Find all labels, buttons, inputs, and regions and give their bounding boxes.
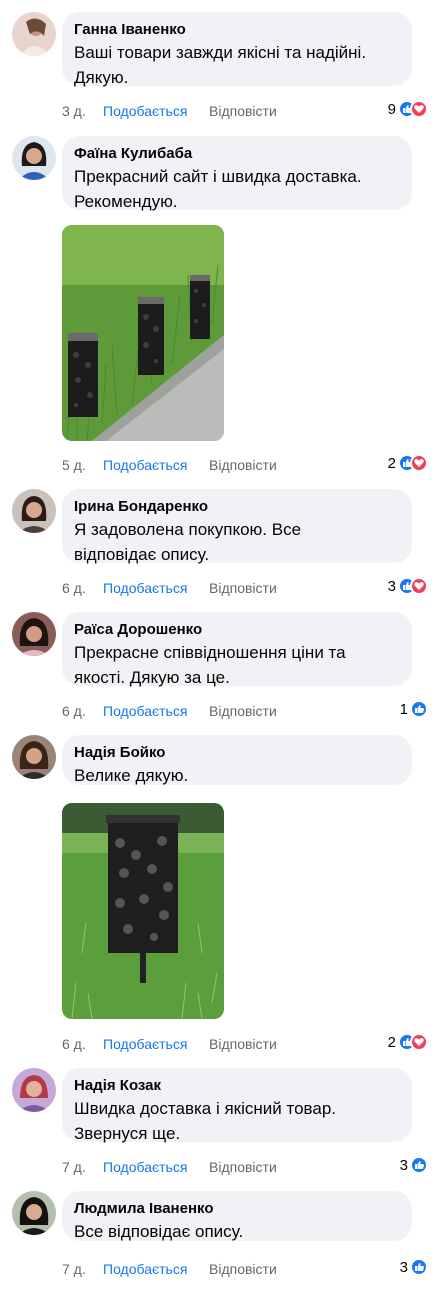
like-button[interactable]: Подобається [103, 1261, 187, 1277]
reactions[interactable]: 9 [388, 100, 428, 118]
comment-time[interactable]: 6 д. [62, 580, 86, 596]
reactions[interactable]: 2 [388, 454, 428, 472]
heart-icon [410, 454, 428, 472]
reaction-count: 3 [387, 577, 396, 595]
comment-text: Все відповідає опису. [74, 1222, 244, 1241]
like-button[interactable]: Подобається [103, 457, 187, 473]
avatar[interactable] [12, 735, 56, 779]
like-button[interactable]: Подобається [103, 1159, 187, 1175]
comment-bubble: Раїса Дорошенко Прекрасне співвідношення… [62, 612, 412, 687]
reply-button[interactable]: Відповісти [209, 703, 277, 719]
comment-author[interactable]: Надія Козак [74, 1076, 400, 1096]
comment-bubble: Фаїна Кулибаба Прекрасний сайт і швидка … [62, 136, 412, 211]
comment-author[interactable]: Людмила Іваненко [74, 1199, 400, 1219]
reply-button[interactable]: Відповісти [209, 1036, 277, 1052]
reactions[interactable]: 1 [400, 700, 428, 718]
comment-author[interactable]: Ганна Іваненко [74, 20, 400, 40]
avatar[interactable] [12, 136, 56, 180]
reactions[interactable]: 3 [400, 1156, 428, 1174]
reply-button[interactable]: Відповісти [209, 103, 277, 119]
avatar[interactable] [12, 1191, 56, 1235]
avatar[interactable] [12, 12, 56, 56]
comment-text: Прекрасний сайт і швидка доставка. Реком… [74, 167, 362, 211]
reaction-count: 3 [399, 1156, 408, 1174]
avatar[interactable] [12, 1068, 56, 1112]
comment-author[interactable]: Ірина Бондаренко [74, 497, 400, 517]
reaction-count: 2 [387, 1033, 396, 1051]
comment-time[interactable]: 5 д. [62, 457, 86, 473]
comment-time[interactable]: 6 д. [62, 1036, 86, 1052]
comment-text: Ваші товари завжди якісні та надійні. Дя… [74, 43, 367, 87]
comment-actions: 3 д. Подобається Відповісти 9 [0, 100, 440, 124]
reactions[interactable]: 2 [388, 1033, 428, 1051]
comment-bubble: Людмила Іваненко Все відповідає опису. [62, 1191, 412, 1241]
like-button[interactable]: Подобається [103, 580, 187, 596]
reply-button[interactable]: Відповісти [209, 1159, 277, 1175]
comment-text: Велике дякую. [74, 766, 189, 785]
comment-actions: 6 д. Подобається Відповісти 1 [0, 700, 440, 724]
thumbs-up-icon [410, 700, 428, 718]
comment-text: Швидка доставка і якісний товар. Звернус… [74, 1099, 337, 1143]
reaction-count: 3 [399, 1258, 408, 1276]
reactions[interactable]: 3 [388, 577, 428, 595]
comment-time[interactable]: 3 д. [62, 103, 86, 119]
comment-bubble: Надія Бойко Велике дякую. [62, 735, 412, 785]
comment-text: Я задоволена покупкою. Все відповідає оп… [74, 520, 302, 564]
comment-actions: 6 д. Подобається Відповісти 3 [0, 577, 440, 601]
reactions[interactable]: 3 [400, 1258, 428, 1276]
comment-time[interactable]: 7 д. [62, 1261, 86, 1277]
comment-author[interactable]: Фаїна Кулибаба [74, 144, 400, 164]
comment-actions: 7 д. Подобається Відповісти 3 [0, 1258, 440, 1282]
like-button[interactable]: Подобається [103, 103, 187, 119]
comment-bubble: Ірина Бондаренко Я задоволена покупкою. … [62, 489, 412, 564]
avatar[interactable] [12, 612, 56, 656]
reaction-count: 2 [387, 454, 396, 472]
thumbs-up-icon [410, 1258, 428, 1276]
heart-icon [410, 100, 428, 118]
like-button[interactable]: Подобається [103, 703, 187, 719]
comment-photo-solar-lamps[interactable] [62, 225, 224, 441]
avatar[interactable] [12, 489, 56, 533]
reply-button[interactable]: Відповісти [209, 1261, 277, 1277]
comment-photo-solar-lamp[interactable] [62, 803, 224, 1019]
comment-time[interactable]: 7 д. [62, 1159, 86, 1175]
reaction-count: 9 [387, 100, 396, 118]
comment-text: Прекрасне співвідношення ціни та якості.… [74, 643, 346, 687]
like-button[interactable]: Подобається [103, 1036, 187, 1052]
reply-button[interactable]: Відповісти [209, 457, 277, 473]
heart-icon [410, 1033, 428, 1051]
comment-actions: 6 д. Подобається Відповісти 2 [0, 1033, 440, 1057]
comment-bubble: Надія Козак Швидка доставка і якісний то… [62, 1068, 412, 1143]
comment-author[interactable]: Надія Бойко [74, 743, 400, 763]
reply-button[interactable]: Відповісти [209, 580, 277, 596]
heart-icon [410, 577, 428, 595]
comment-actions: 7 д. Подобається Відповісти 3 [0, 1156, 440, 1180]
comment-author[interactable]: Раїса Дорошенко [74, 620, 400, 640]
reaction-count: 1 [399, 700, 408, 718]
thumbs-up-icon [410, 1156, 428, 1174]
comment-bubble: Ганна Іваненко Ваші товари завжди якісні… [62, 12, 412, 87]
comment-time[interactable]: 6 д. [62, 703, 86, 719]
comment-actions: 5 д. Подобається Відповісти 2 [0, 454, 440, 478]
